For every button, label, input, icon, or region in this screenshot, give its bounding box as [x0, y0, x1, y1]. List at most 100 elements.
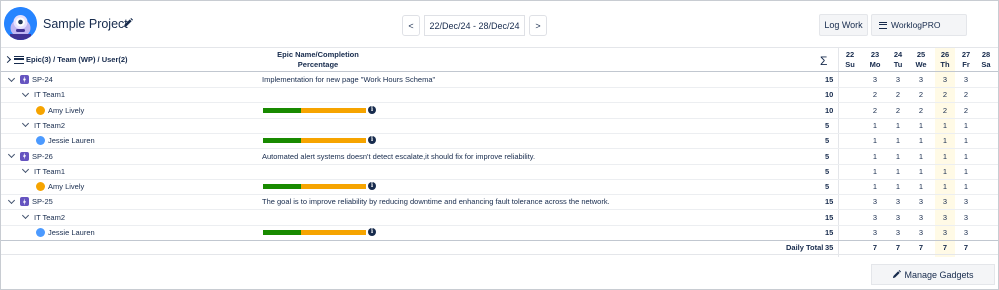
hours-cell[interactable]: 1	[865, 121, 885, 130]
worklogpro-menu-button[interactable]: WorklogPRO	[871, 14, 967, 36]
hours-cell[interactable]: 1	[865, 152, 885, 161]
chevron-down-icon[interactable]	[7, 150, 16, 159]
expand-all-icon[interactable]	[3, 55, 12, 64]
team-row[interactable]: IT Team1 5 1 1 1 1 1	[1, 164, 998, 180]
hours-cell[interactable]: 1	[911, 182, 931, 191]
hours-cell[interactable]: 3	[911, 75, 931, 84]
hours-cell[interactable]: 3	[935, 228, 955, 237]
epic-name-header: Epic Name/Completion Percentage	[259, 50, 377, 70]
hours-cell[interactable]: 3	[935, 75, 955, 84]
row-total: 5	[825, 182, 830, 192]
hours-cell[interactable]: 2	[865, 90, 885, 99]
day-header: 24 Tu	[888, 50, 908, 70]
next-week-button[interactable]: >	[529, 15, 547, 36]
user-avatar	[36, 136, 45, 146]
team-row[interactable]: IT Team2 15 3 3 3 3 3	[1, 210, 998, 226]
hours-cell[interactable]: 3	[956, 213, 976, 222]
hours-cell[interactable]: 3	[888, 228, 908, 237]
pencil-icon[interactable]	[123, 18, 133, 28]
hours-cell[interactable]: 1	[935, 167, 955, 176]
hours-cell[interactable]: 1	[888, 167, 908, 176]
epic-icon	[20, 151, 29, 161]
hours-cell[interactable]: 1	[935, 152, 955, 161]
hours-cell[interactable]: 1	[911, 167, 931, 176]
hours-cell[interactable]: 3	[865, 197, 885, 206]
user-row[interactable]: Amy Lively i 5 1 1 1 1 1	[1, 179, 998, 196]
hours-cell[interactable]: 3	[865, 75, 885, 84]
day-number: 22	[845, 50, 855, 59]
hours-cell[interactable]: 3	[865, 213, 885, 222]
hours-cell[interactable]: 2	[956, 106, 976, 115]
epic-row[interactable]: SP-24 Implementation for new page "Work H…	[1, 72, 998, 88]
hours-cell[interactable]: 3	[956, 75, 976, 84]
hours-cell[interactable]: 1	[888, 182, 908, 191]
hours-cell[interactable]: 2	[911, 106, 931, 115]
hours-cell[interactable]: 2	[911, 90, 931, 99]
hours-cell[interactable]: 3	[911, 213, 931, 222]
hours-cell[interactable]: 1	[888, 136, 908, 145]
hours-cell[interactable]: 3	[935, 197, 955, 206]
chevron-down-icon[interactable]	[21, 166, 30, 174]
hours-cell[interactable]: 1	[956, 167, 976, 176]
hours-cell[interactable]: 1	[865, 136, 885, 145]
epic-name[interactable]: SP-25	[32, 197, 53, 206]
chevron-down-icon[interactable]	[21, 212, 30, 220]
team-row[interactable]: IT Team2 5 1 1 1 1 1	[1, 118, 998, 134]
hours-cell[interactable]: 1	[911, 121, 931, 130]
hours-cell[interactable]: 3	[888, 75, 908, 84]
hours-cell[interactable]: 1	[935, 136, 955, 145]
user-row[interactable]: Jessie Lauren i 5 1 1 1 1 1	[1, 133, 998, 150]
hours-cell[interactable]: 1	[911, 152, 931, 161]
hours-cell[interactable]: 2	[865, 106, 885, 115]
hours-cell[interactable]: 1	[911, 136, 931, 145]
hours-cell[interactable]: 1	[935, 182, 955, 191]
hours-cell[interactable]: 1	[888, 121, 908, 130]
hours-cell[interactable]: 1	[865, 167, 885, 176]
user-row[interactable]: Jessie Lauren i 15 3 3 3 3 3	[1, 225, 998, 241]
hours-cell[interactable]: 1	[956, 152, 976, 161]
info-icon[interactable]: i	[368, 228, 376, 236]
hours-cell[interactable]: 2	[956, 90, 976, 99]
hours-cell[interactable]: 2	[888, 106, 908, 115]
hours-cell[interactable]: 3	[956, 197, 976, 206]
hours-cell[interactable]: 1	[935, 121, 955, 130]
hours-cell[interactable]: 2	[935, 106, 955, 115]
hours-cell[interactable]: 1	[956, 136, 976, 145]
hours-cell[interactable]: 1	[956, 121, 976, 130]
epic-name-header-line1: Epic Name/Completion	[277, 50, 359, 59]
log-work-button[interactable]: Log Work	[819, 14, 868, 36]
user-avatar	[36, 228, 45, 237]
chevron-down-icon[interactable]	[21, 89, 30, 97]
info-icon[interactable]: i	[368, 136, 376, 145]
epic-name[interactable]: SP-24	[32, 75, 53, 84]
hours-cell[interactable]: 2	[888, 90, 908, 99]
user-row[interactable]: Amy Lively i 10 2 2 2 2 2	[1, 103, 998, 119]
epic-name[interactable]: SP-26	[32, 152, 53, 161]
user-label-group: Amy Lively	[36, 105, 84, 115]
hours-cell[interactable]: 1	[956, 182, 976, 191]
epic-row[interactable]: SP-25 The goal is to improve reliability …	[1, 194, 998, 211]
chevron-down-icon[interactable]	[7, 74, 16, 82]
info-icon[interactable]: i	[368, 105, 376, 114]
prev-week-button[interactable]: <	[402, 15, 420, 36]
team-row[interactable]: IT Team1 10 2 2 2 2 2	[1, 87, 998, 104]
chevron-down-icon[interactable]	[21, 120, 30, 128]
hours-cell[interactable]: 3	[888, 197, 908, 206]
manage-gadgets-button[interactable]: Manage Gadgets	[871, 264, 995, 285]
epic-name-header-line2: Percentage	[297, 60, 339, 69]
user-avatar	[36, 105, 45, 115]
hours-cell[interactable]: 2	[935, 90, 955, 99]
hours-cell[interactable]: 3	[911, 228, 931, 237]
info-icon[interactable]: i	[368, 182, 376, 191]
hours-cell[interactable]: 3	[911, 197, 931, 206]
chevron-down-icon[interactable]	[7, 196, 16, 204]
hours-cell[interactable]: 3	[935, 213, 955, 222]
epic-row[interactable]: SP-26 Automated alert systems doesn't det…	[1, 149, 998, 165]
hours-cell[interactable]: 1	[888, 152, 908, 161]
progress-complete	[263, 107, 302, 113]
hours-cell[interactable]: 3	[888, 213, 908, 222]
hours-cell[interactable]: 1	[865, 182, 885, 191]
menu-icon	[879, 21, 887, 29]
hours-cell[interactable]: 3	[956, 228, 976, 237]
hours-cell[interactable]: 3	[865, 228, 885, 237]
